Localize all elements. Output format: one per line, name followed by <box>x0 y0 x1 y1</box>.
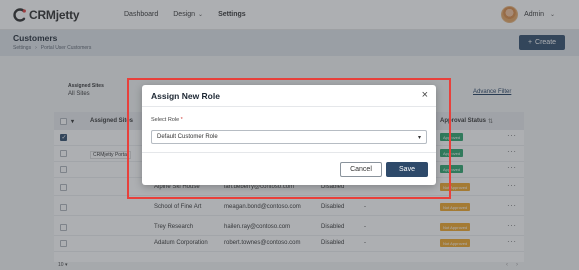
role-select[interactable]: Default Customer Role ▾ <box>151 130 427 144</box>
dialog-header: Assign New Role × <box>142 85 436 107</box>
required-mark: * <box>180 117 183 123</box>
assign-role-dialog: Assign New Role × Select Role * Default … <box>142 85 436 185</box>
role-select-value: Default Customer Role <box>157 134 218 140</box>
dialog-title: Assign New Role <box>151 91 220 101</box>
select-role-label-text: Select Role <box>151 117 180 123</box>
dropdown-arrow-icon: ▾ <box>417 135 421 141</box>
select-role-label: Select Role * <box>151 117 183 123</box>
cancel-button[interactable]: Cancel <box>340 162 382 177</box>
save-button[interactable]: Save <box>386 162 428 177</box>
close-icon[interactable]: × <box>422 89 428 101</box>
dialog-divider <box>142 152 436 153</box>
